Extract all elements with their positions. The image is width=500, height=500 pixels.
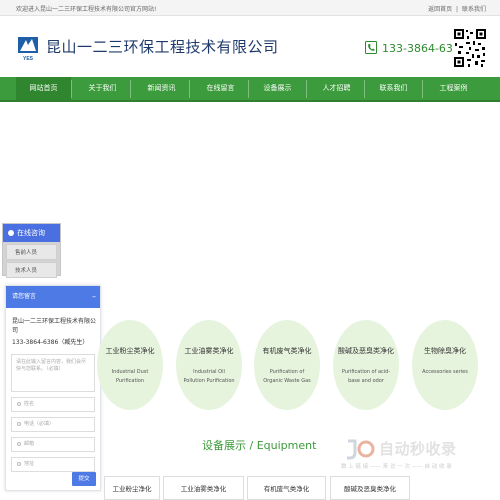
nav-separator [248,80,249,98]
logo-text: YES [23,56,34,62]
nav-separator [422,80,423,98]
service-subtitle: Industrial Oil Pollution Purification [183,369,235,384]
contact-link[interactable]: 联系我们 [462,6,486,13]
watermark-logo-icon [347,439,375,460]
watermark-subtitle: 数 上 链 接 —— 来 访 一 次 —— 自 动 收 录 [341,464,452,470]
nav-item-home[interactable]: 网站首页 [16,77,71,100]
name-field-label: 姓名 [24,401,35,407]
message-textarea[interactable]: 请在此输入留言内容，我们会尽快与您联系。（必填） [11,354,95,392]
service-title: 工业油雾类净化 [184,347,234,355]
welcome-text: 欢迎进入昆山一二三环保工程技术有限公司官方网站! [16,6,157,13]
nav-item-contact[interactable]: 联系我们 [366,77,421,100]
phone-field[interactable]: 电话（必填） [11,417,95,432]
user-icon [17,402,21,406]
address-field[interactable]: 地址 [11,457,95,472]
equipment-section-title: 设备展示 / Equipment [202,439,317,452]
nav-item-message[interactable]: 在线留言 [193,77,248,100]
service-circle-oil[interactable]: 工业油雾类净化 Industrial Oil Pollution Purific… [176,320,242,410]
service-title: 酸碱及恶臭类净化 [338,347,394,355]
service-subtitle: Purification of acid-base and odor [341,369,391,384]
mail-icon [17,442,21,446]
nav-separator [364,80,365,98]
message-company: 昆山一二三环保工程技术有限公司 [12,318,97,334]
service-title: 生物除臭净化 [424,347,466,355]
nav-separator [71,80,72,98]
company-name: 昆山一二三环保工程技术有限公司 [46,38,279,56]
online-consult-widget: 在线咨询 售前人员 技术人员 [2,223,61,278]
top-bar: 欢迎进入昆山一二三环保工程技术有限公司官方网站! 返回首页 | 联系我们 [0,0,500,16]
nav-separator [306,80,307,98]
main-nav: 网站首页 关于我们 新闻资讯 在线留言 设备展示 人才招聘 联系我们 工程案例 [0,77,500,102]
equipment-tab-oil[interactable]: 工业油雾类净化 [163,476,244,500]
equipment-tab-dust[interactable]: 工业粉尘净化 [104,476,160,500]
top-link-separator: | [456,6,459,13]
location-icon [17,462,21,466]
message-widget-title: 请您留言 [12,293,37,300]
home-link[interactable]: 返回首页 [428,6,452,13]
service-subtitle: Purification of Organic Waste Gas [263,369,311,384]
nav-item-cases[interactable]: 工程案例 [426,77,481,100]
watermark-title: 自动秒收录 [379,440,457,458]
minimize-icon[interactable]: – [92,286,96,308]
message-tel: 133-3864-6386（臧先生） [12,339,89,346]
qr-code [453,28,487,68]
nav-separator [189,80,190,98]
company-logo[interactable]: YES [17,36,39,62]
watermark: 自动秒收录 数 上 链 接 —— 来 访 一 次 —— 自 动 收 录 [341,436,491,476]
service-subtitle: Accessories series [422,369,468,375]
phone-small-icon [17,422,21,426]
message-widget-header[interactable]: 请您留言 – [6,286,100,308]
email-field[interactable]: 邮箱 [11,437,95,452]
service-circle-bio[interactable]: 生物除臭净化 Accessories series [412,320,478,410]
name-field[interactable]: 姓名 [11,397,95,412]
consult-title: 在线咨询 [17,229,45,237]
nav-item-careers[interactable]: 人才招聘 [309,77,364,100]
consult-presales[interactable]: 售前人员 [6,244,57,260]
phone-field-label: 电话（必填） [24,421,55,427]
nav-item-equipment[interactable]: 设备展示 [250,77,305,100]
chat-icon [8,230,14,236]
equipment-tab-organic[interactable]: 有机废气类净化 [247,476,326,500]
service-circle-acid[interactable]: 酸碱及恶臭类净化 Purification of acid-base and o… [333,320,399,410]
service-circle-organic[interactable]: 有机废气类净化 Purification of Organic Waste Ga… [254,320,320,410]
nav-item-about[interactable]: 关于我们 [75,77,130,100]
equipment-tab-acid[interactable]: 酸碱及恶臭类净化 [330,476,410,500]
service-title: 有机废气类净化 [262,347,312,355]
top-links: 返回首页 | 联系我们 [426,4,486,13]
service-subtitle: Industrial Dust Purification [111,369,149,384]
phone-icon [365,41,377,54]
consult-header[interactable]: 在线咨询 [3,224,60,242]
address-field-label: 地址 [24,461,35,467]
nav-item-news[interactable]: 新闻资讯 [134,77,189,100]
email-field-label: 邮箱 [24,441,35,447]
nav-separator [130,80,131,98]
message-widget: 请您留言 – 昆山一二三环保工程技术有限公司 133-3864-6386（臧先生… [5,285,101,491]
service-circle-dust[interactable]: 工业粉尘类净化 Industrial Dust Purification [97,320,163,410]
service-title: 工业粉尘类净化 [105,347,155,355]
consult-tech[interactable]: 技术人员 [6,262,57,278]
submit-button[interactable]: 提交 [72,472,96,486]
